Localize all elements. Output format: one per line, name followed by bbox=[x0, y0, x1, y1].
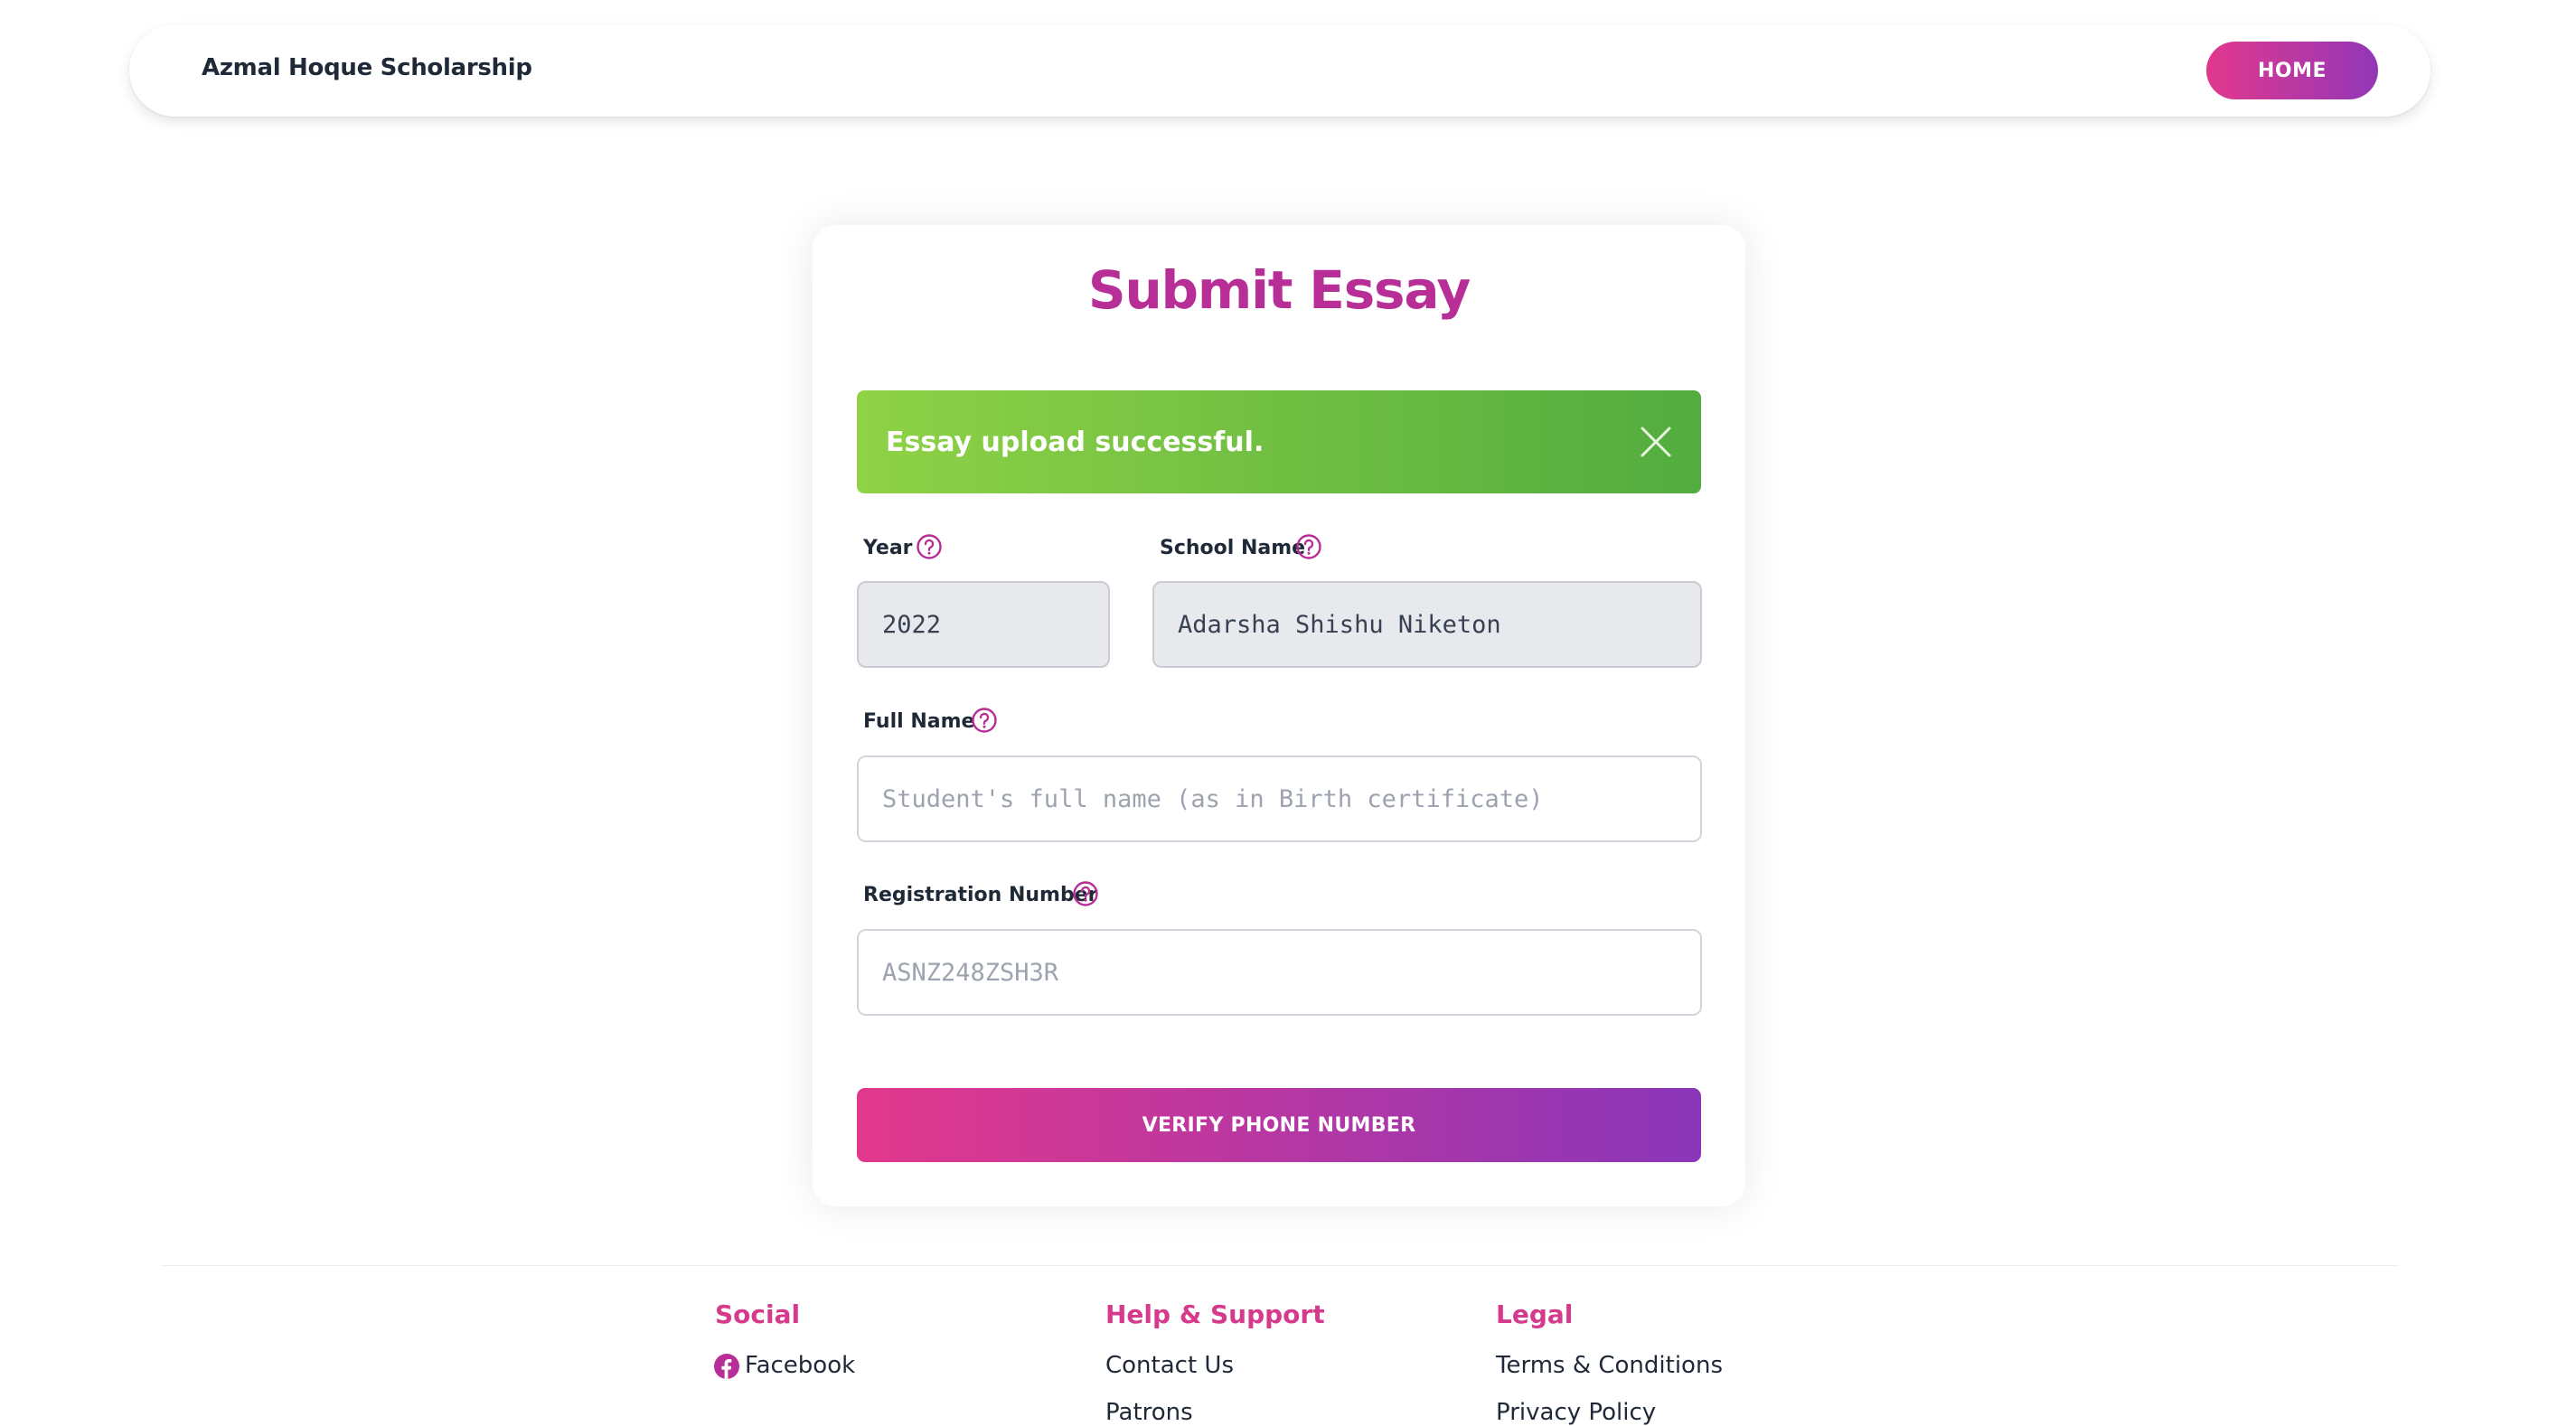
help-circle-icon[interactable] bbox=[1072, 880, 1099, 907]
alert-message: Essay upload successful. bbox=[886, 427, 1264, 458]
footer-link-terms[interactable]: Terms & Conditions bbox=[1496, 1352, 1723, 1379]
verify-phone-number-button[interactable]: VERIFY PHONE NUMBER bbox=[857, 1088, 1701, 1162]
school-name-label: School Name bbox=[1160, 537, 1306, 559]
footer-link-privacy[interactable]: Privacy Policy bbox=[1496, 1399, 1656, 1426]
help-circle-icon[interactable] bbox=[1295, 533, 1322, 560]
footer-heading-legal: Legal bbox=[1496, 1299, 1574, 1329]
footer-link-patrons[interactable]: Patrons bbox=[1105, 1399, 1193, 1426]
footer-divider bbox=[161, 1265, 2399, 1266]
close-icon[interactable] bbox=[1638, 424, 1674, 460]
full-name-label: Full Name bbox=[863, 710, 975, 733]
submit-essay-card: Submit Essay Essay upload successful. Ye… bbox=[813, 225, 1745, 1206]
page-title: Submit Essay bbox=[1087, 259, 1471, 321]
site-brand[interactable]: Azmal Hoque Scholarship bbox=[202, 54, 532, 81]
footer-heading-help: Help & Support bbox=[1105, 1299, 1325, 1329]
help-circle-icon[interactable] bbox=[971, 707, 998, 734]
facebook-icon[interactable] bbox=[714, 1354, 739, 1379]
year-label: Year bbox=[863, 537, 913, 559]
registration-number-label: Registration Number bbox=[863, 884, 1098, 906]
registration-number-input[interactable] bbox=[857, 929, 1702, 1016]
help-circle-icon[interactable] bbox=[916, 533, 943, 560]
footer-link-facebook[interactable]: Facebook bbox=[745, 1352, 855, 1379]
success-alert: Essay upload successful. bbox=[857, 390, 1701, 493]
top-navbar: Azmal Hoque Scholarship HOME bbox=[129, 24, 2430, 117]
school-name-field[interactable] bbox=[1152, 581, 1702, 668]
full-name-input[interactable] bbox=[857, 755, 1702, 842]
year-field[interactable] bbox=[857, 581, 1110, 668]
home-button[interactable]: HOME bbox=[2206, 42, 2378, 99]
footer-link-contact-us[interactable]: Contact Us bbox=[1105, 1352, 1234, 1379]
footer-heading-social: Social bbox=[715, 1299, 801, 1329]
